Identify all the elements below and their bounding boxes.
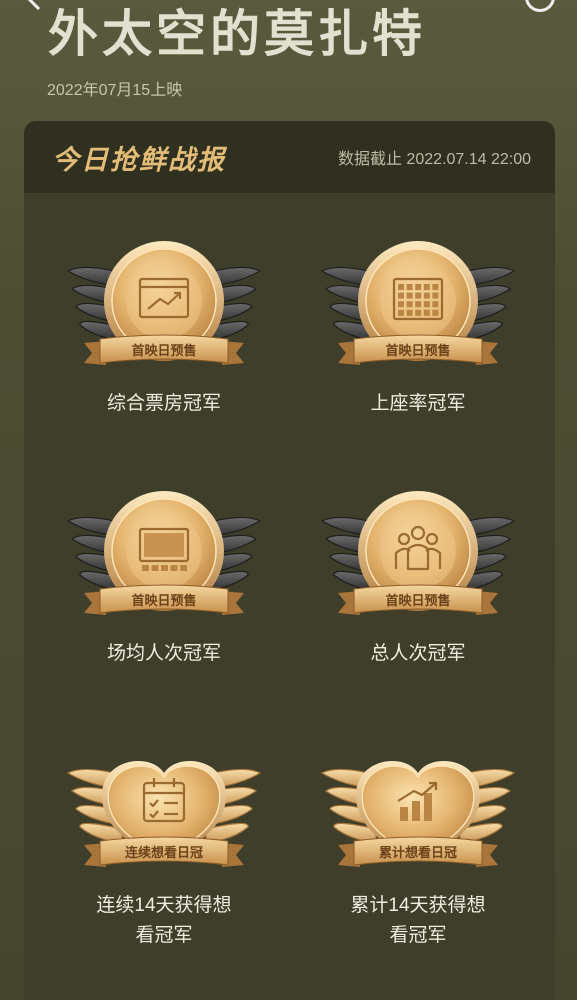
badge-label: 上座率冠军	[370, 393, 466, 414]
badge-medal: 首映日预售	[66, 491, 262, 615]
badge-label: 连续14天获得想 看冠军	[96, 895, 232, 946]
badge-label: 累计14天获得想 看冠军	[350, 895, 486, 946]
movie-title: 外太空的莫扎特	[48, 5, 426, 63]
badge-medal: 首映日预售	[320, 491, 516, 615]
ribbon-text: 首映日预售	[385, 593, 450, 609]
ribbon-text: 累计想看日冠	[379, 845, 457, 861]
ribbon-text: 首映日预售	[131, 593, 196, 609]
badge-medal: 累计想看日冠	[320, 761, 516, 867]
ribbon: 累计想看日冠	[338, 836, 498, 867]
badge-occupancy[interactable]: 首映日预售 上座率冠军	[298, 241, 538, 419]
badge-box-office[interactable]: 首映日预售 综合票房冠军	[44, 241, 284, 419]
badge-label: 场均人次冠军	[106, 643, 221, 664]
ribbon-text: 连续想看日冠	[125, 845, 203, 861]
ribbon: 连续想看日冠	[84, 836, 244, 867]
ribbon-text: 首映日预售	[385, 343, 450, 359]
data-cutoff: 数据截止 2022.07.14 22:00	[337, 151, 531, 168]
release-date: 2022年07月15上映	[47, 82, 183, 99]
ribbon-text: 首映日预售	[131, 343, 196, 359]
badge-medal: 连续想看日冠	[66, 761, 262, 867]
badge-medal: 首映日预售	[66, 241, 262, 365]
badge-total-attendance[interactable]: 首映日预售 总人次冠军	[298, 491, 538, 669]
report-card: 今日抢鲜战报 数据截止 2022.07.14 22:00 首映日预售 综合票房冠…	[24, 121, 555, 1000]
badge-consecutive-want[interactable]: 连续想看日冠 连续14天获得想 看冠军	[44, 743, 284, 951]
badge-label: 总人次冠军	[370, 643, 466, 664]
badge-avg-attendance[interactable]: 首映日预售 场均人次冠军	[44, 491, 284, 669]
badge-medal: 首映日预售	[320, 241, 516, 365]
badge-cumulative-want[interactable]: 累计想看日冠 累计14天获得想 看冠军	[298, 743, 538, 951]
badge-label: 综合票房冠军	[106, 393, 221, 414]
report-title: 今日抢鲜战报	[52, 144, 226, 176]
more-icon[interactable]	[525, 0, 555, 12]
report-header: 今日抢鲜战报 数据截止 2022.07.14 22:00	[24, 121, 555, 193]
